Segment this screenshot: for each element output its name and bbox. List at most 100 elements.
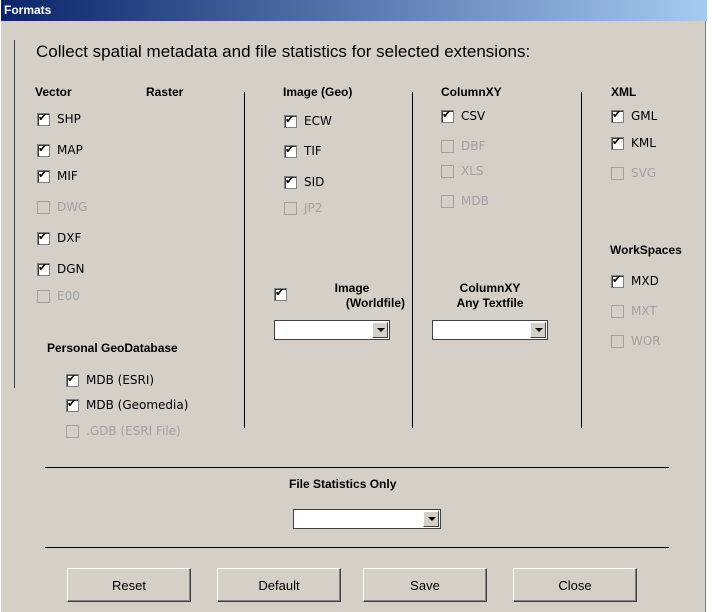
vector-checkbox[interactable]: MIF	[37, 168, 78, 183]
image-worldfile-label: Image (Worldfile)	[299, 281, 405, 311]
checkbox-box[interactable]	[37, 289, 50, 303]
checkbox-box[interactable]	[611, 273, 624, 288]
header-workspaces: WorkSpaces	[610, 243, 682, 257]
columnxy-any-select[interactable]	[432, 320, 548, 340]
columnxy-checkbox[interactable]: XLS	[441, 164, 484, 178]
checkbox-box[interactable]	[66, 424, 79, 438]
xml-checkbox[interactable]: SVG	[611, 166, 656, 180]
file-statistics-label: File Statistics Only	[289, 477, 397, 491]
header-columnxy: ColumnXY	[441, 85, 502, 99]
checkbox-box[interactable]	[37, 168, 50, 183]
image-worldfile-checkbox[interactable]	[274, 286, 294, 301]
vector-checkbox[interactable]: E00	[37, 289, 80, 303]
checkbox-box[interactable]	[441, 164, 454, 178]
image-geo-checkbox[interactable]: TIF	[284, 143, 322, 158]
checkbox-label: MAP	[57, 143, 83, 157]
checkbox-label: XLS	[461, 164, 484, 178]
columnxy-any-label-line2: Any Textfile	[456, 296, 524, 310]
checkbox-box[interactable]	[37, 142, 50, 157]
checkbox-box[interactable]	[611, 135, 624, 150]
checkbox-label: MDB (Geomedia)	[86, 398, 189, 412]
workspace-checkbox[interactable]: WOR	[611, 334, 661, 348]
checkbox-label: MDB (ESRI)	[86, 373, 155, 387]
save-button[interactable]: Save	[363, 568, 487, 602]
chevron-down-icon[interactable]	[372, 322, 388, 338]
checkbox-label: DXF	[57, 231, 82, 245]
checkbox-label: DWG	[57, 200, 88, 214]
personal-geodatabase-checkbox[interactable]: MDB (ESRI)	[66, 372, 155, 387]
divider	[581, 92, 582, 428]
checkbox-label: MDB	[461, 194, 489, 208]
checkbox-box[interactable]	[441, 194, 454, 208]
checkbox-label: SVG	[631, 166, 657, 180]
default-button[interactable]: Default	[217, 568, 341, 602]
vector-checkbox[interactable]: SHP	[37, 111, 81, 126]
frame-edge	[14, 40, 15, 388]
vector-checkbox[interactable]: DWG	[37, 200, 87, 214]
image-worldfile-label-line1: Image	[334, 281, 370, 295]
checkbox-box[interactable]	[284, 113, 297, 128]
xml-checkbox[interactable]: KML	[611, 135, 656, 150]
checkbox-box[interactable]	[441, 139, 454, 153]
chevron-down-icon[interactable]	[423, 511, 439, 527]
columnxy-checkbox[interactable]: DBF	[441, 139, 485, 153]
personal-geodatabase-checkbox[interactable]: .GDB (ESRI File)	[66, 424, 181, 438]
vector-checkbox[interactable]: DGN	[37, 261, 85, 276]
checkbox-label: TIF	[304, 144, 322, 158]
image-worldfile-label-line2: (Worldfile)	[345, 296, 405, 310]
checkbox-label: WOR	[631, 334, 661, 348]
checkbox-label: ECW	[304, 114, 332, 128]
columnxy-checkbox[interactable]: CSV	[441, 108, 486, 123]
file-statistics-select[interactable]	[293, 509, 441, 529]
image-worldfile-select[interactable]	[274, 320, 390, 340]
checkbox-box[interactable]	[284, 201, 297, 215]
checkbox-box[interactable]	[66, 397, 79, 412]
close-button[interactable]: Close	[513, 568, 637, 602]
columnxy-any-label-line1: ColumnXY	[459, 281, 521, 295]
vector-checkbox[interactable]: MAP	[37, 142, 83, 157]
checkbox-box[interactable]	[611, 334, 624, 348]
image-geo-checkbox[interactable]: SID	[284, 174, 324, 189]
checkbox-box[interactable]	[66, 372, 79, 387]
header-vector: Vector	[35, 85, 72, 99]
checkbox-box[interactable]	[284, 174, 297, 189]
columnxy-any-label: ColumnXY Any Textfile	[432, 281, 548, 311]
divider	[244, 92, 245, 428]
checkbox-label: MXT	[631, 304, 657, 318]
window-title: Formats	[1, 0, 707, 21]
reset-button[interactable]: Reset	[67, 568, 191, 602]
xml-checkbox[interactable]: GML	[611, 108, 658, 123]
workspace-checkbox[interactable]: MXD	[611, 273, 659, 288]
personal-geodatabase-checkbox[interactable]: MDB (Geomedia)	[66, 397, 189, 412]
checkbox-label: KML	[631, 136, 656, 150]
chevron-down-icon[interactable]	[530, 322, 546, 338]
workspace-checkbox[interactable]: MXT	[611, 304, 657, 318]
page-heading: Collect spatial metadata and file statis…	[36, 42, 531, 61]
checkbox-box[interactable]	[611, 108, 624, 123]
checkbox-label: MXD	[631, 274, 659, 288]
checkbox-box[interactable]	[284, 143, 297, 158]
separator	[45, 467, 669, 468]
personal-geodatabase-title: Personal GeoDatabase	[47, 341, 178, 355]
checkbox-box[interactable]	[441, 108, 454, 123]
columnxy-checkbox[interactable]: MDB	[441, 194, 489, 208]
checkbox-label: SHP	[57, 112, 81, 126]
image-geo-checkbox[interactable]: ECW	[284, 113, 332, 128]
checkbox-label: GML	[631, 109, 658, 123]
checkbox-box[interactable]	[37, 111, 50, 126]
checkbox-box[interactable]	[37, 261, 50, 276]
checkbox-label: DGN	[57, 262, 85, 276]
checkbox-box[interactable]	[37, 200, 50, 214]
checkbox-box[interactable]	[37, 230, 50, 245]
separator	[45, 547, 669, 548]
checkbox-box[interactable]	[611, 304, 624, 318]
checkbox-label: CSV	[461, 109, 486, 123]
vector-checkbox[interactable]: DXF	[37, 230, 82, 245]
header-raster: Raster	[146, 85, 184, 99]
checkbox-label: DBF	[461, 139, 486, 153]
image-geo-checkbox[interactable]: JP2	[284, 201, 322, 215]
checkbox-label: E00	[57, 289, 80, 303]
checkbox-box[interactable]	[274, 286, 287, 301]
header-xml: XML	[611, 85, 637, 99]
checkbox-box[interactable]	[611, 166, 624, 180]
